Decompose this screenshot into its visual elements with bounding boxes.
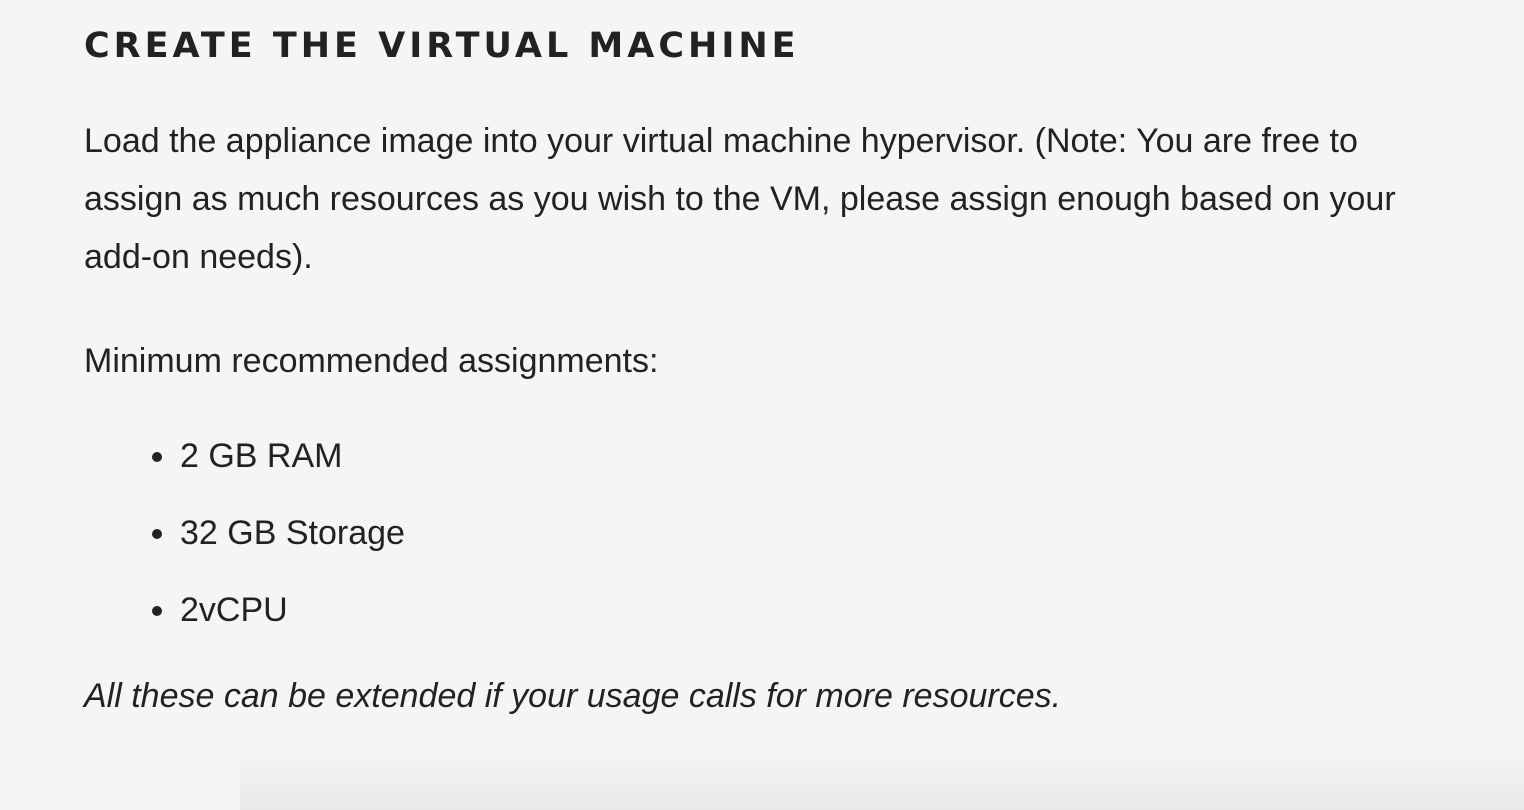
bullet-icon (152, 452, 162, 462)
bullet-icon (152, 606, 162, 616)
section-heading: CREATE THE VIRTUAL MACHINE (84, 26, 800, 66)
spec-label: 2vCPU (180, 591, 288, 629)
bottom-shadow (240, 750, 1524, 810)
article-section: CREATE THE VIRTUAL MACHINE Load the appl… (84, 24, 1464, 750)
spec-list: 2 GB RAM 32 GB Storage 2vCPU (84, 436, 1464, 630)
extension-note: All these can be extended if your usage … (84, 677, 1062, 715)
spec-item-cpu: 2vCPU (150, 590, 1464, 630)
minimum-assignments-label: Minimum recommended assignments: (84, 342, 659, 380)
bullet-icon (152, 529, 162, 539)
spec-item-ram: 2 GB RAM (150, 436, 1464, 476)
spec-item-storage: 32 GB Storage (150, 513, 1464, 553)
intro-paragraph: Load the appliance image into your virtu… (84, 122, 1396, 276)
spec-label: 2 GB RAM (180, 437, 343, 475)
spec-label: 32 GB Storage (180, 514, 405, 552)
